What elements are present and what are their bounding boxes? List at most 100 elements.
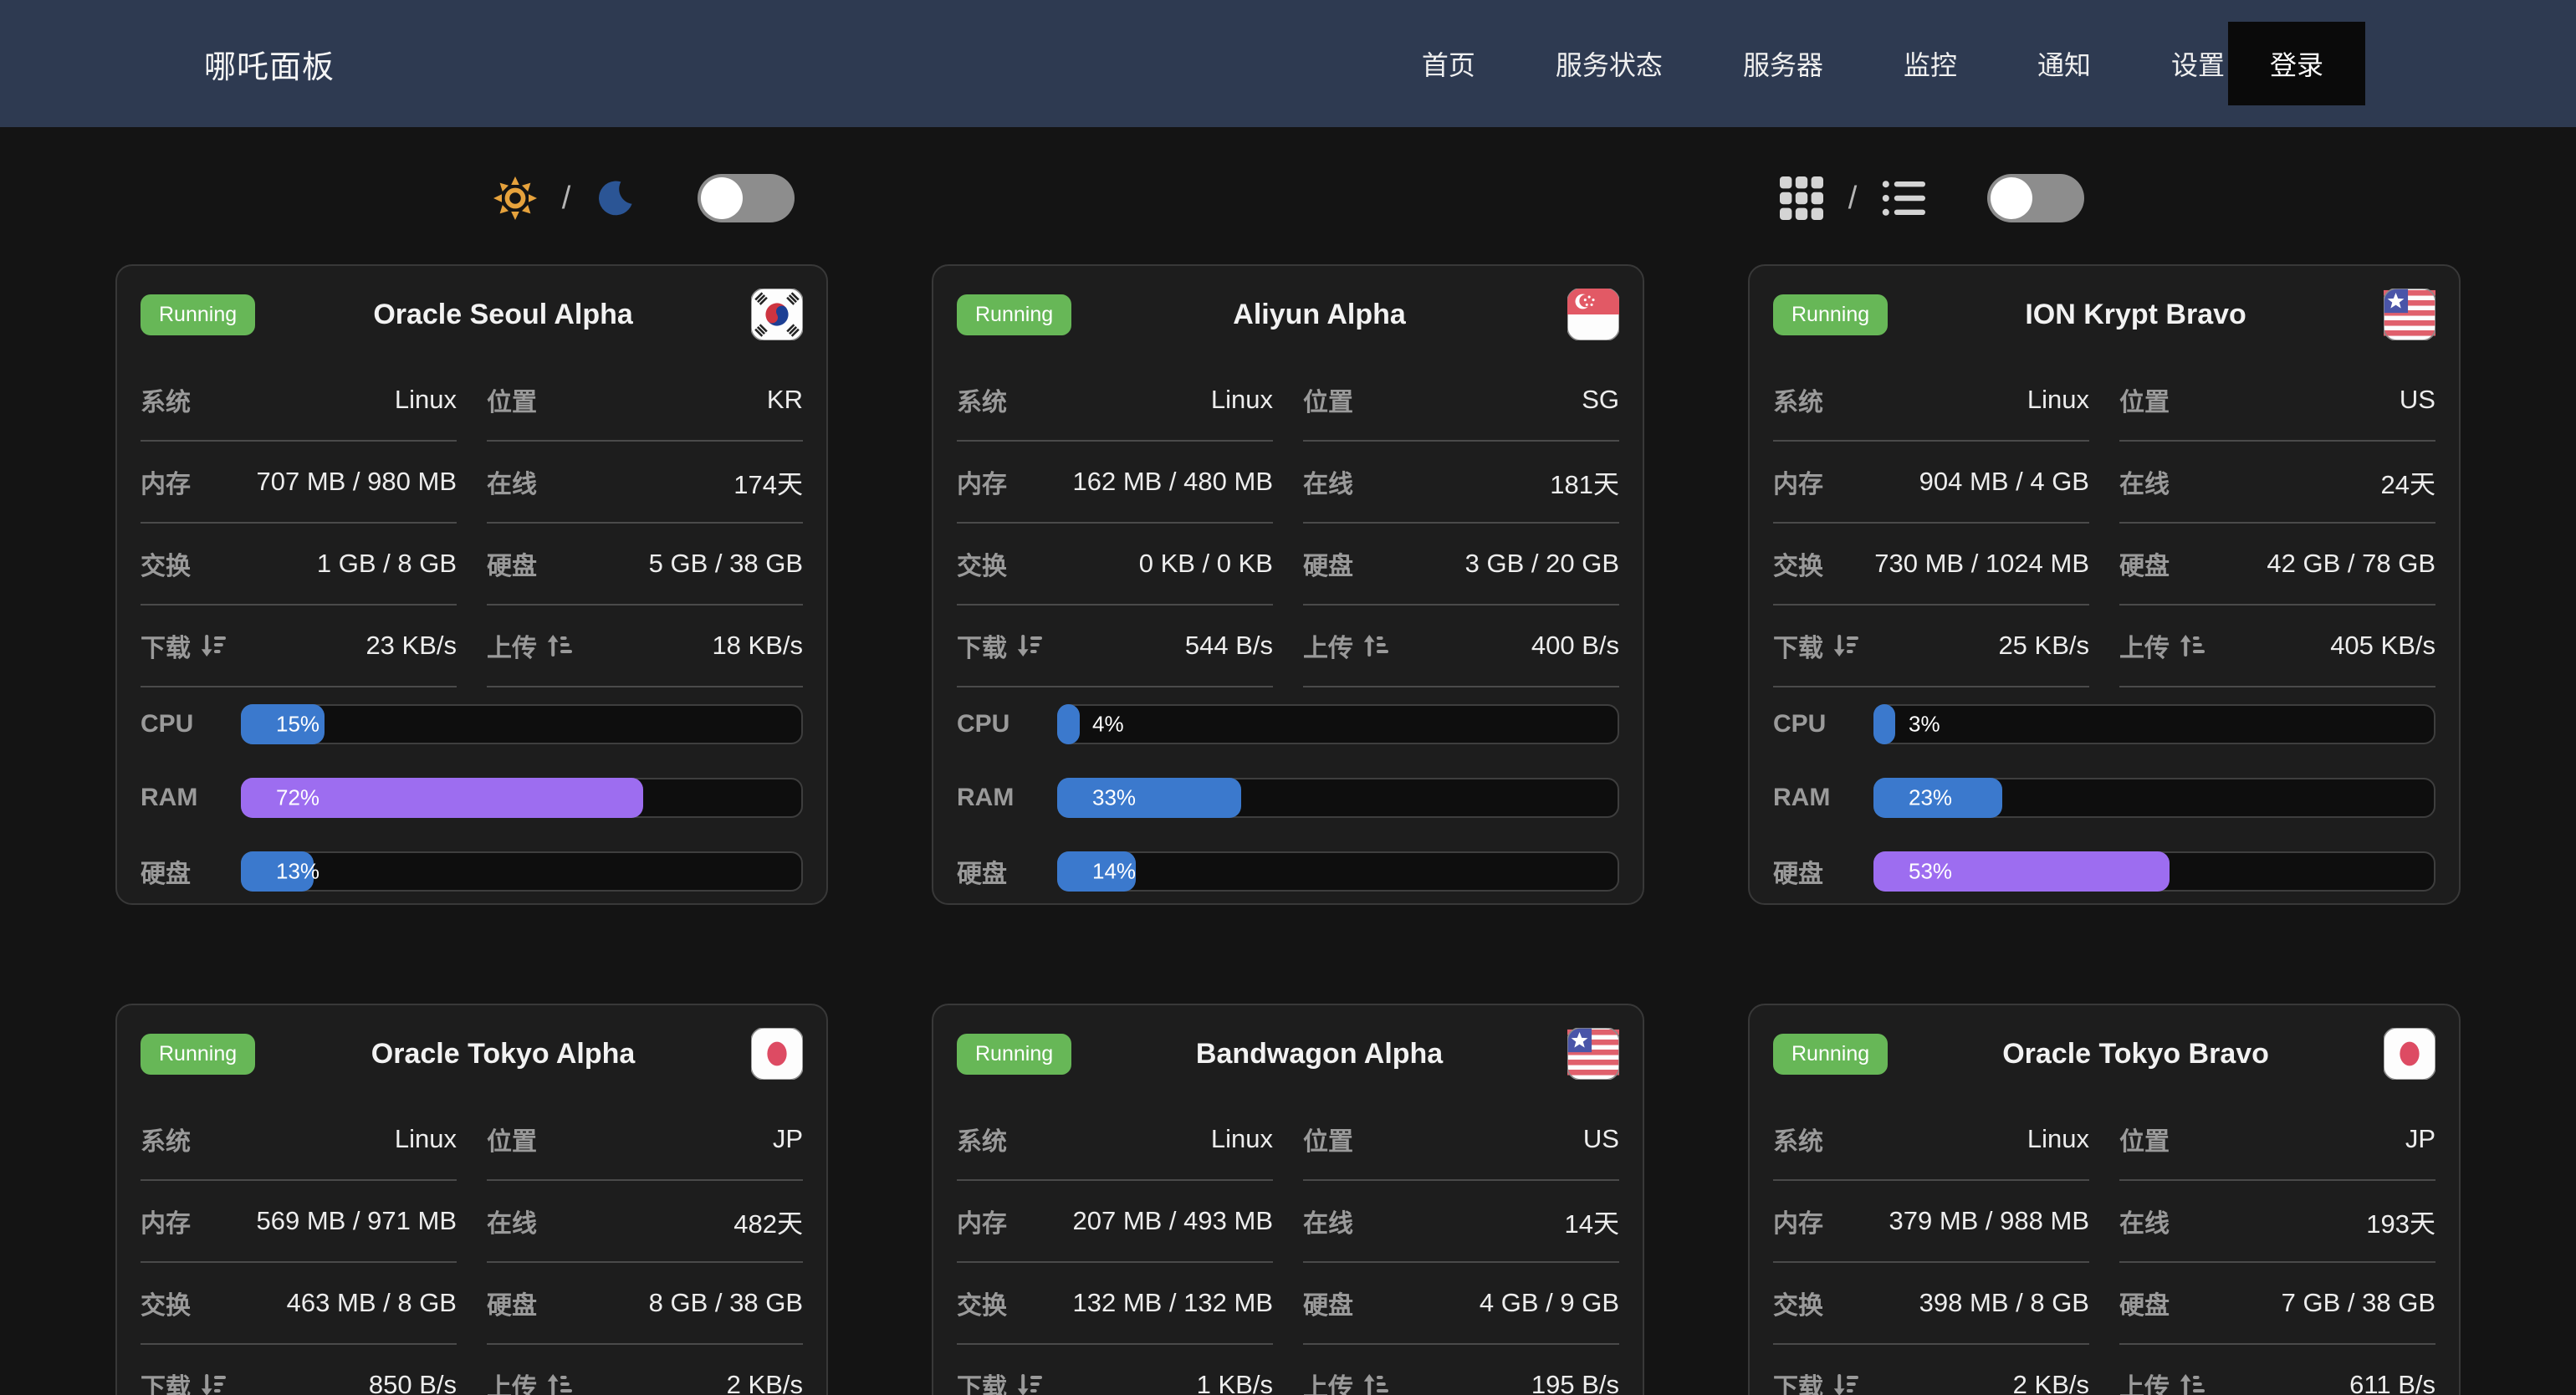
server-card[interactable]: Running Oracle Seoul Alpha 系统 Linux 位置 K…	[115, 264, 828, 905]
ram-bar-row: RAM 33%	[933, 761, 1643, 835]
toolbar: / /	[0, 174, 2576, 222]
uptime-label: 在线	[487, 1203, 537, 1239]
card-header: Running ION Krypt Bravo	[1750, 269, 2459, 360]
nav-item[interactable]: 服务器	[1743, 44, 1823, 83]
status-badge: Running	[141, 1034, 255, 1075]
system-label: 系统	[141, 1121, 191, 1157]
server-card[interactable]: Running Bandwagon Alpha 系统 Linux 位置 US 内…	[932, 1004, 1644, 1395]
system-label: 系统	[1773, 1121, 1823, 1157]
disk-label: 硬盘	[1303, 545, 1353, 582]
status-badge: Running	[141, 294, 255, 335]
download-icon	[201, 633, 226, 658]
system-value: Linux	[2027, 385, 2089, 415]
system-label: 系统	[957, 1121, 1007, 1157]
memory-value: 379 MB / 988 MB	[1889, 1206, 2089, 1236]
swap-label: 交换	[957, 545, 1007, 582]
nav-item[interactable]: 首页	[1422, 44, 1475, 83]
server-grid: Running Oracle Seoul Alpha 系统 Linux 位置 K…	[115, 264, 2461, 1395]
server-card[interactable]: Running Oracle Tokyo Bravo 系统 Linux 位置 J…	[1748, 1004, 2461, 1395]
swap-value: 730 MB / 1024 MB	[1874, 549, 2089, 579]
nav-item[interactable]: 服务状态	[1556, 44, 1663, 83]
country-flag-icon	[2384, 289, 2435, 340]
country-flag-icon	[751, 289, 803, 340]
stat-row: 系统 Linux 位置 KR	[117, 360, 826, 442]
location-value: US	[2400, 385, 2435, 415]
stat-row: 系统 Linux 位置 SG	[933, 360, 1643, 442]
system-value: Linux	[2027, 1124, 2089, 1154]
disk-bar-row: 硬盘 13%	[117, 835, 826, 905]
disk-bar-row: 硬盘 53%	[1750, 835, 2459, 905]
nav-item[interactable]: 通知	[2037, 44, 2091, 83]
view-toggle[interactable]	[1987, 174, 2084, 222]
download-value: 25 KB/s	[1998, 631, 2089, 661]
system-value: Linux	[395, 1124, 457, 1154]
upload-label: 上传	[487, 627, 537, 664]
top-navbar: 哪吒面板 首页 服务状态 服务器 监控 通知 设置 登录	[0, 0, 2576, 127]
disk-value: 5 GB / 38 GB	[649, 549, 803, 579]
separator: /	[562, 181, 571, 217]
uptime-label: 在线	[1303, 463, 1353, 500]
download-icon	[1833, 633, 1858, 658]
disk-bar-label: 硬盘	[141, 853, 241, 890]
disk-label: 硬盘	[1303, 1285, 1353, 1321]
cpu-bar-row: CPU 4%	[933, 687, 1643, 761]
country-flag-icon	[751, 1028, 803, 1080]
upload-icon	[2180, 633, 2205, 658]
upload-label: 上传	[2119, 627, 2170, 664]
uptime-value: 193天	[2366, 1203, 2435, 1240]
disk-bar-label: 硬盘	[1773, 853, 1873, 890]
location-label: 位置	[2119, 1121, 2170, 1157]
view-switcher: /	[1288, 174, 2576, 222]
swap-label: 交换	[141, 545, 191, 582]
location-label: 位置	[1303, 1121, 1353, 1157]
memory-value: 707 MB / 980 MB	[256, 467, 457, 497]
server-name: ION Krypt Bravo	[1888, 299, 2384, 331]
server-card[interactable]: Running Aliyun Alpha 系统 Linux 位置 SG 内存 1…	[932, 264, 1644, 905]
system-value: Linux	[1211, 1124, 1273, 1154]
location-value: JP	[773, 1124, 803, 1154]
sun-icon	[493, 176, 537, 220]
nav-item[interactable]: 监控	[1904, 44, 1957, 83]
ram-bar-row: RAM 23%	[1750, 761, 2459, 835]
stat-row: 内存 379 MB / 988 MB 在线 193天	[1750, 1181, 2459, 1263]
upload-label: 上传	[1303, 1367, 1353, 1395]
card-header: Running Oracle Tokyo Bravo	[1750, 1009, 2459, 1099]
login-button[interactable]: 登录	[2228, 22, 2365, 105]
memory-value: 904 MB / 4 GB	[1919, 467, 2089, 497]
download-icon	[1017, 633, 1042, 658]
download-value: 1 KB/s	[1197, 1370, 1273, 1395]
country-flag-icon	[1567, 289, 1619, 340]
nav-item[interactable]: 设置	[2171, 44, 2225, 83]
ram-progress-bar: 23%	[1873, 778, 2435, 818]
server-card[interactable]: Running Oracle Tokyo Alpha 系统 Linux 位置 J…	[115, 1004, 828, 1395]
memory-value: 162 MB / 480 MB	[1072, 467, 1273, 497]
stat-row: 交换 0 KB / 0 KB 硬盘 3 GB / 20 GB	[933, 524, 1643, 606]
location-label: 位置	[2119, 381, 2170, 418]
cpu-label: CPU	[1773, 710, 1873, 738]
brand-title[interactable]: 哪吒面板	[204, 41, 335, 87]
disk-percent: 53%	[1909, 859, 1952, 885]
stat-row: 系统 Linux 位置 JP	[1750, 1099, 2459, 1181]
country-flag-icon	[2384, 1028, 2435, 1080]
download-value: 850 B/s	[369, 1370, 457, 1395]
download-label: 下载	[957, 1367, 1007, 1395]
upload-label: 上传	[2119, 1367, 2170, 1395]
server-card[interactable]: Running ION Krypt Bravo 系统 Linux 位置 US 内…	[1748, 264, 2461, 905]
stat-row: 内存 707 MB / 980 MB 在线 174天	[117, 442, 826, 524]
theme-toggle[interactable]	[698, 174, 795, 222]
disk-progress-bar: 13%	[241, 851, 803, 892]
ram-progress-fill	[1057, 778, 1241, 818]
disk-label: 硬盘	[487, 545, 537, 582]
stat-row: 下载 23 KB/s 上传 18 KB/s	[117, 606, 826, 687]
disk-value: 4 GB / 9 GB	[1480, 1288, 1619, 1318]
stat-row: 内存 162 MB / 480 MB 在线 181天	[933, 442, 1643, 524]
toggle-knob	[1991, 177, 2032, 219]
location-value: JP	[2405, 1124, 2435, 1154]
status-badge: Running	[1773, 1034, 1888, 1075]
upload-label: 上传	[487, 1367, 537, 1395]
nezha-dashboard: 哪吒面板 首页 服务状态 服务器 监控 通知 设置 登录	[0, 0, 2576, 1395]
memory-label: 内存	[1773, 463, 1823, 500]
status-badge: Running	[957, 1034, 1071, 1075]
stat-row: 下载 544 B/s 上传 400 B/s	[933, 606, 1643, 687]
toggle-knob	[701, 177, 743, 219]
